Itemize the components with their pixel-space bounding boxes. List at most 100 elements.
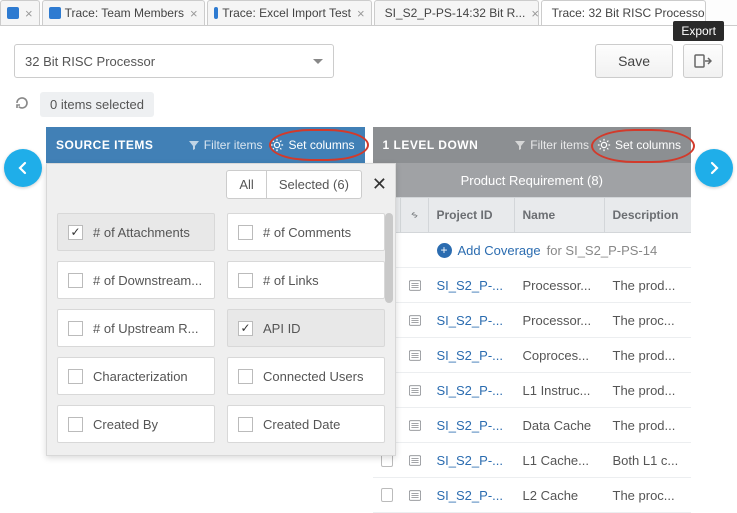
column-option-label: # of Attachments [93,225,190,240]
column-option[interactable]: # of Downstream... [57,261,215,299]
cell-description: The prod... [605,418,692,433]
checkbox[interactable] [68,225,83,240]
row-checkbox[interactable] [373,488,401,502]
gear-icon [270,138,284,152]
set-columns-button[interactable]: Set columns [270,138,354,152]
cell-project-id[interactable]: SI_S2_P-... [429,488,515,503]
item-type-icon [401,279,429,292]
table-row[interactable]: SI_S2_P-...L1 Cache...Both L1 c... [373,443,692,478]
column-option[interactable]: API ID [227,309,385,347]
nav-left-button[interactable] [4,149,42,187]
source-pane: SOURCE ITEMS Filter items Set columns Al… [46,127,365,513]
cell-name: Processor... [515,278,605,293]
close-icon[interactable]: × [529,6,538,21]
close-icon[interactable]: × [355,6,365,21]
table-body: SI_S2_P-...Processor...The prod...SI_S2_… [373,268,692,513]
checkbox[interactable] [238,225,253,240]
cell-description: The proc... [605,488,692,503]
panes: SOURCE ITEMS Filter items Set columns Al… [0,127,737,513]
cell-description: The prod... [605,348,692,363]
checkbox[interactable] [68,273,83,288]
downstream-pane-header: 1 LEVEL DOWN Filter items Set columns [373,127,692,163]
set-columns-button[interactable]: Set columns [597,138,681,152]
cell-project-id[interactable]: SI_S2_P-... [429,278,515,293]
column-option-label: # of Downstream... [93,273,202,288]
checkbox[interactable] [238,369,253,384]
processor-select-value: 32 Bit RISC Processor [25,54,155,69]
table-row[interactable]: SI_S2_P-...L1 Instruc...The prod... [373,373,692,408]
cell-name: Processor... [515,313,605,328]
table-row[interactable]: SI_S2_P-...Processor...The proc... [373,303,692,338]
col-description[interactable]: Description [605,198,692,232]
downstream-pane: 1 LEVEL DOWN Filter items Set columns Pr… [373,127,692,513]
tab-item[interactable]: × [0,0,40,25]
tab-label: SI_S2_P-PS-14:32 Bit R... [385,6,526,20]
table-row[interactable]: SI_S2_P-...Processor...The prod... [373,268,692,303]
tab-item[interactable]: SI_S2_P-PS-14:32 Bit R... × [374,0,539,25]
tab-item[interactable]: Trace: Excel Import Test × [207,0,372,25]
downstream-subtitle: Product Requirement (8) [373,163,692,197]
col-relationship[interactable] [401,198,429,232]
cell-name: L2 Cache [515,488,605,503]
column-option-label: Connected Users [263,369,363,384]
column-option[interactable]: # of Comments [227,213,385,251]
cell-name: Data Cache [515,418,605,433]
source-title: SOURCE ITEMS [56,138,153,152]
col-name[interactable]: Name [515,198,605,232]
checkbox[interactable] [238,321,253,336]
cell-name: L1 Cache... [515,453,605,468]
colpicker-tab-all[interactable]: All [226,170,266,199]
processor-select[interactable]: 32 Bit RISC Processor [14,44,334,78]
coverage-row: + Add Coverage for SI_S2_P-PS-14 [373,233,692,268]
column-option[interactable]: Characterization [57,357,215,395]
column-option[interactable]: Created Date [227,405,385,443]
cell-project-id[interactable]: SI_S2_P-... [429,418,515,433]
column-option[interactable]: Connected Users [227,357,385,395]
col-project-id[interactable]: Project ID [429,198,515,232]
scrollbar[interactable] [385,213,393,447]
refresh-icon[interactable] [14,95,30,114]
column-option[interactable]: # of Upstream R... [57,309,215,347]
tab-bar: × Trace: Team Members × Trace: Excel Imp… [0,0,737,26]
item-type-icon [401,454,429,467]
nav-right-button[interactable] [695,149,733,187]
filter-icon [188,139,200,151]
cell-description: The proc... [605,313,692,328]
table-row[interactable]: SI_S2_P-...Coproces...The prod... [373,338,692,373]
column-option-label: # of Comments [263,225,351,240]
cell-project-id[interactable]: SI_S2_P-... [429,348,515,363]
checkbox[interactable] [238,273,253,288]
filter-items-button[interactable]: Filter items [188,138,263,152]
tab-item[interactable]: Trace: Team Members × [42,0,205,25]
column-option[interactable]: # of Attachments [57,213,215,251]
tab-label: Trace: Excel Import Test [222,6,351,20]
close-icon[interactable]: ✕ [372,174,387,195]
table-row[interactable]: SI_S2_P-...L2 CacheThe proc... [373,478,692,513]
checkbox[interactable] [238,417,253,432]
filter-items-button[interactable]: Filter items [514,138,589,152]
tab-icon [7,7,19,19]
colpicker-tab-selected[interactable]: Selected (6) [267,170,362,199]
column-option-label: # of Links [263,273,319,288]
checkbox[interactable] [68,369,83,384]
cell-project-id[interactable]: SI_S2_P-... [429,383,515,398]
downstream-title: 1 LEVEL DOWN [383,138,479,152]
coverage-for-label: for SI_S2_P-PS-14 [547,243,658,258]
tab-label: Trace: Team Members [65,6,184,20]
table-row[interactable]: SI_S2_P-...Data CacheThe prod... [373,408,692,443]
column-option[interactable]: # of Links [227,261,385,299]
save-button[interactable]: Save [595,44,673,78]
item-type-icon [401,489,429,502]
cell-project-id[interactable]: SI_S2_P-... [429,313,515,328]
close-icon[interactable]: × [188,6,198,21]
plus-icon: + [437,243,452,258]
add-coverage-link[interactable]: Add Coverage [458,243,541,258]
export-button[interactable]: Export [683,44,723,78]
column-option[interactable]: Created By [57,405,215,443]
checkbox[interactable] [68,321,83,336]
cell-project-id[interactable]: SI_S2_P-... [429,453,515,468]
tab-icon [49,7,61,19]
checkbox[interactable] [68,417,83,432]
close-icon[interactable]: × [23,6,33,21]
item-type-icon [401,419,429,432]
